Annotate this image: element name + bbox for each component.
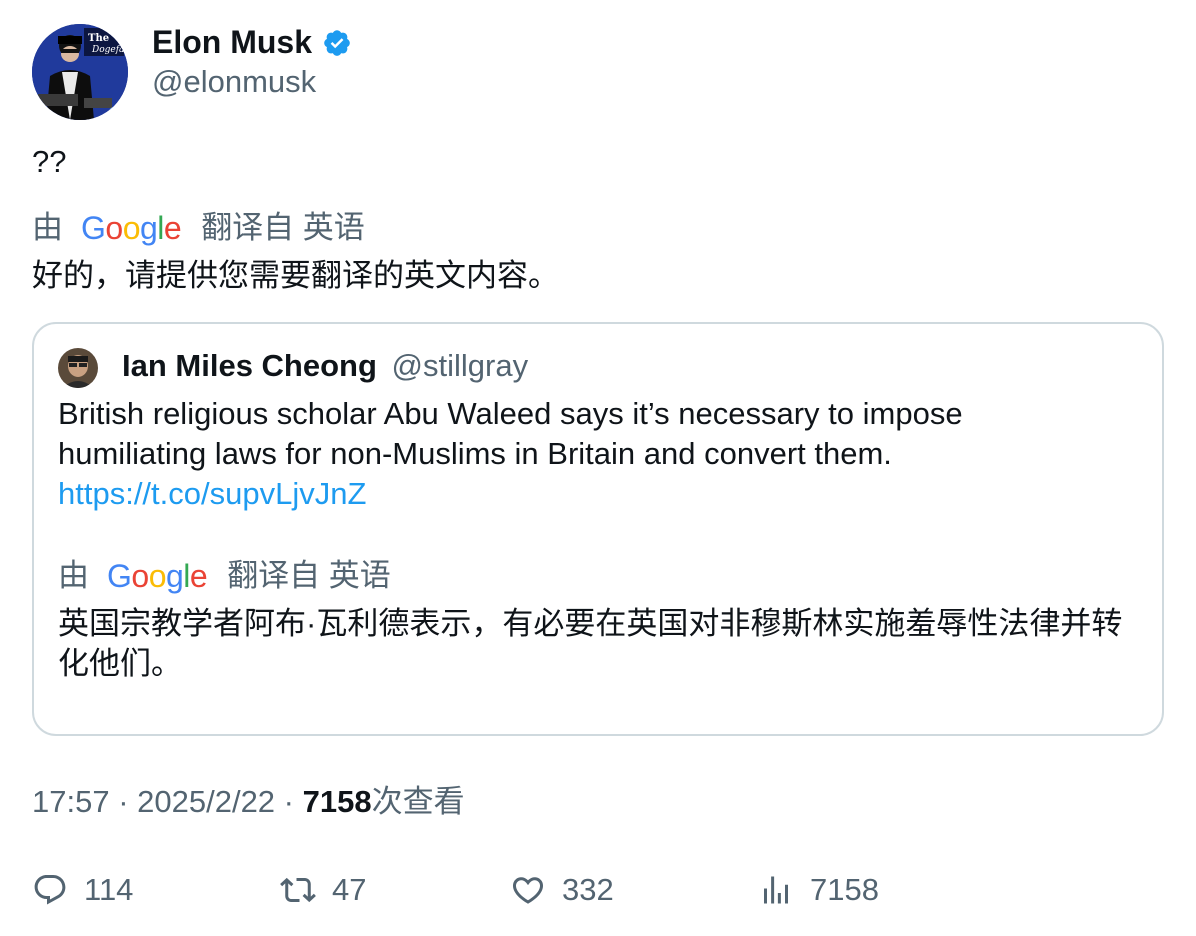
like-icon [512, 877, 544, 904]
quote-translated-from-label: 翻译自 英语 [227, 558, 391, 593]
verified-badge-icon[interactable] [322, 27, 352, 57]
translated-from-label: 翻译自 英语 [201, 210, 365, 245]
like-button[interactable]: 332 [510, 868, 614, 912]
translated-text: 好的，请提供您需要翻译的英文内容。 [32, 258, 559, 293]
quote-author-name[interactable]: Ian Miles Cheong [122, 348, 377, 383]
quote-tweet-card[interactable]: Ian Miles Cheong @stillgray British reli… [32, 322, 1164, 736]
retweet-icon [280, 877, 316, 903]
reply-count: 114 [84, 872, 134, 907]
tweet-meta: 17:57 · 2025/2/22 · 7158次查看 [32, 782, 465, 822]
retweet-count: 47 [332, 872, 367, 907]
translated-by-label: 由 [32, 210, 63, 245]
google-logo: Google [81, 210, 182, 246]
quote-translation-attribution: 由 Google 翻译自 英语 [58, 556, 391, 596]
quote-translated-by-label: 由 [58, 558, 89, 593]
tweet-text: ?? [32, 144, 67, 179]
author-handle[interactable]: @elonmusk [152, 62, 316, 102]
view-count: 7158 [302, 784, 372, 819]
meta-separator: · [109, 784, 138, 819]
svg-text:C: C [106, 100, 127, 120]
quote-translated-text: 英国宗教学者阿布·瓦利德表示，有必要在英国对非穆斯林实施羞辱性法律并转化他们。 [58, 606, 1123, 681]
tweet-time[interactable]: 17:57 [32, 784, 110, 819]
author-name[interactable]: Elon Musk [152, 22, 312, 62]
view-count-label: 次查看 [371, 784, 465, 819]
quote-text: British religious scholar Abu Waleed say… [58, 396, 963, 471]
views-button[interactable]: 7158 [758, 868, 879, 912]
quote-author-handle[interactable]: @stillgray [392, 348, 529, 383]
views-icon [764, 876, 788, 904]
meta-separator: · [275, 784, 303, 819]
author-avatar[interactable]: The Dogefa C [32, 24, 128, 120]
author-name-row[interactable]: Elon Musk [152, 22, 352, 62]
reply-button[interactable]: 114 [32, 868, 133, 912]
reply-icon [34, 875, 66, 905]
svg-text:The: The [88, 33, 109, 44]
quote-header[interactable]: Ian Miles Cheong @stillgray [122, 346, 528, 386]
like-count: 332 [562, 872, 614, 907]
views-count: 7158 [810, 872, 879, 907]
svg-text:Dogefa: Dogefa [91, 45, 124, 55]
tweet-date[interactable]: 2025/2/22 [137, 784, 275, 819]
quote-link[interactable]: https://t.co/supvLjvJnZ [58, 474, 366, 514]
quote-google-logo: Google [107, 558, 208, 594]
action-bar: 114 47 332 7158 [32, 868, 1164, 912]
quote-author-avatar[interactable] [58, 348, 98, 388]
retweet-button[interactable]: 47 [280, 868, 366, 912]
translation-attribution: 由 Google 翻译自 英语 [32, 208, 365, 248]
